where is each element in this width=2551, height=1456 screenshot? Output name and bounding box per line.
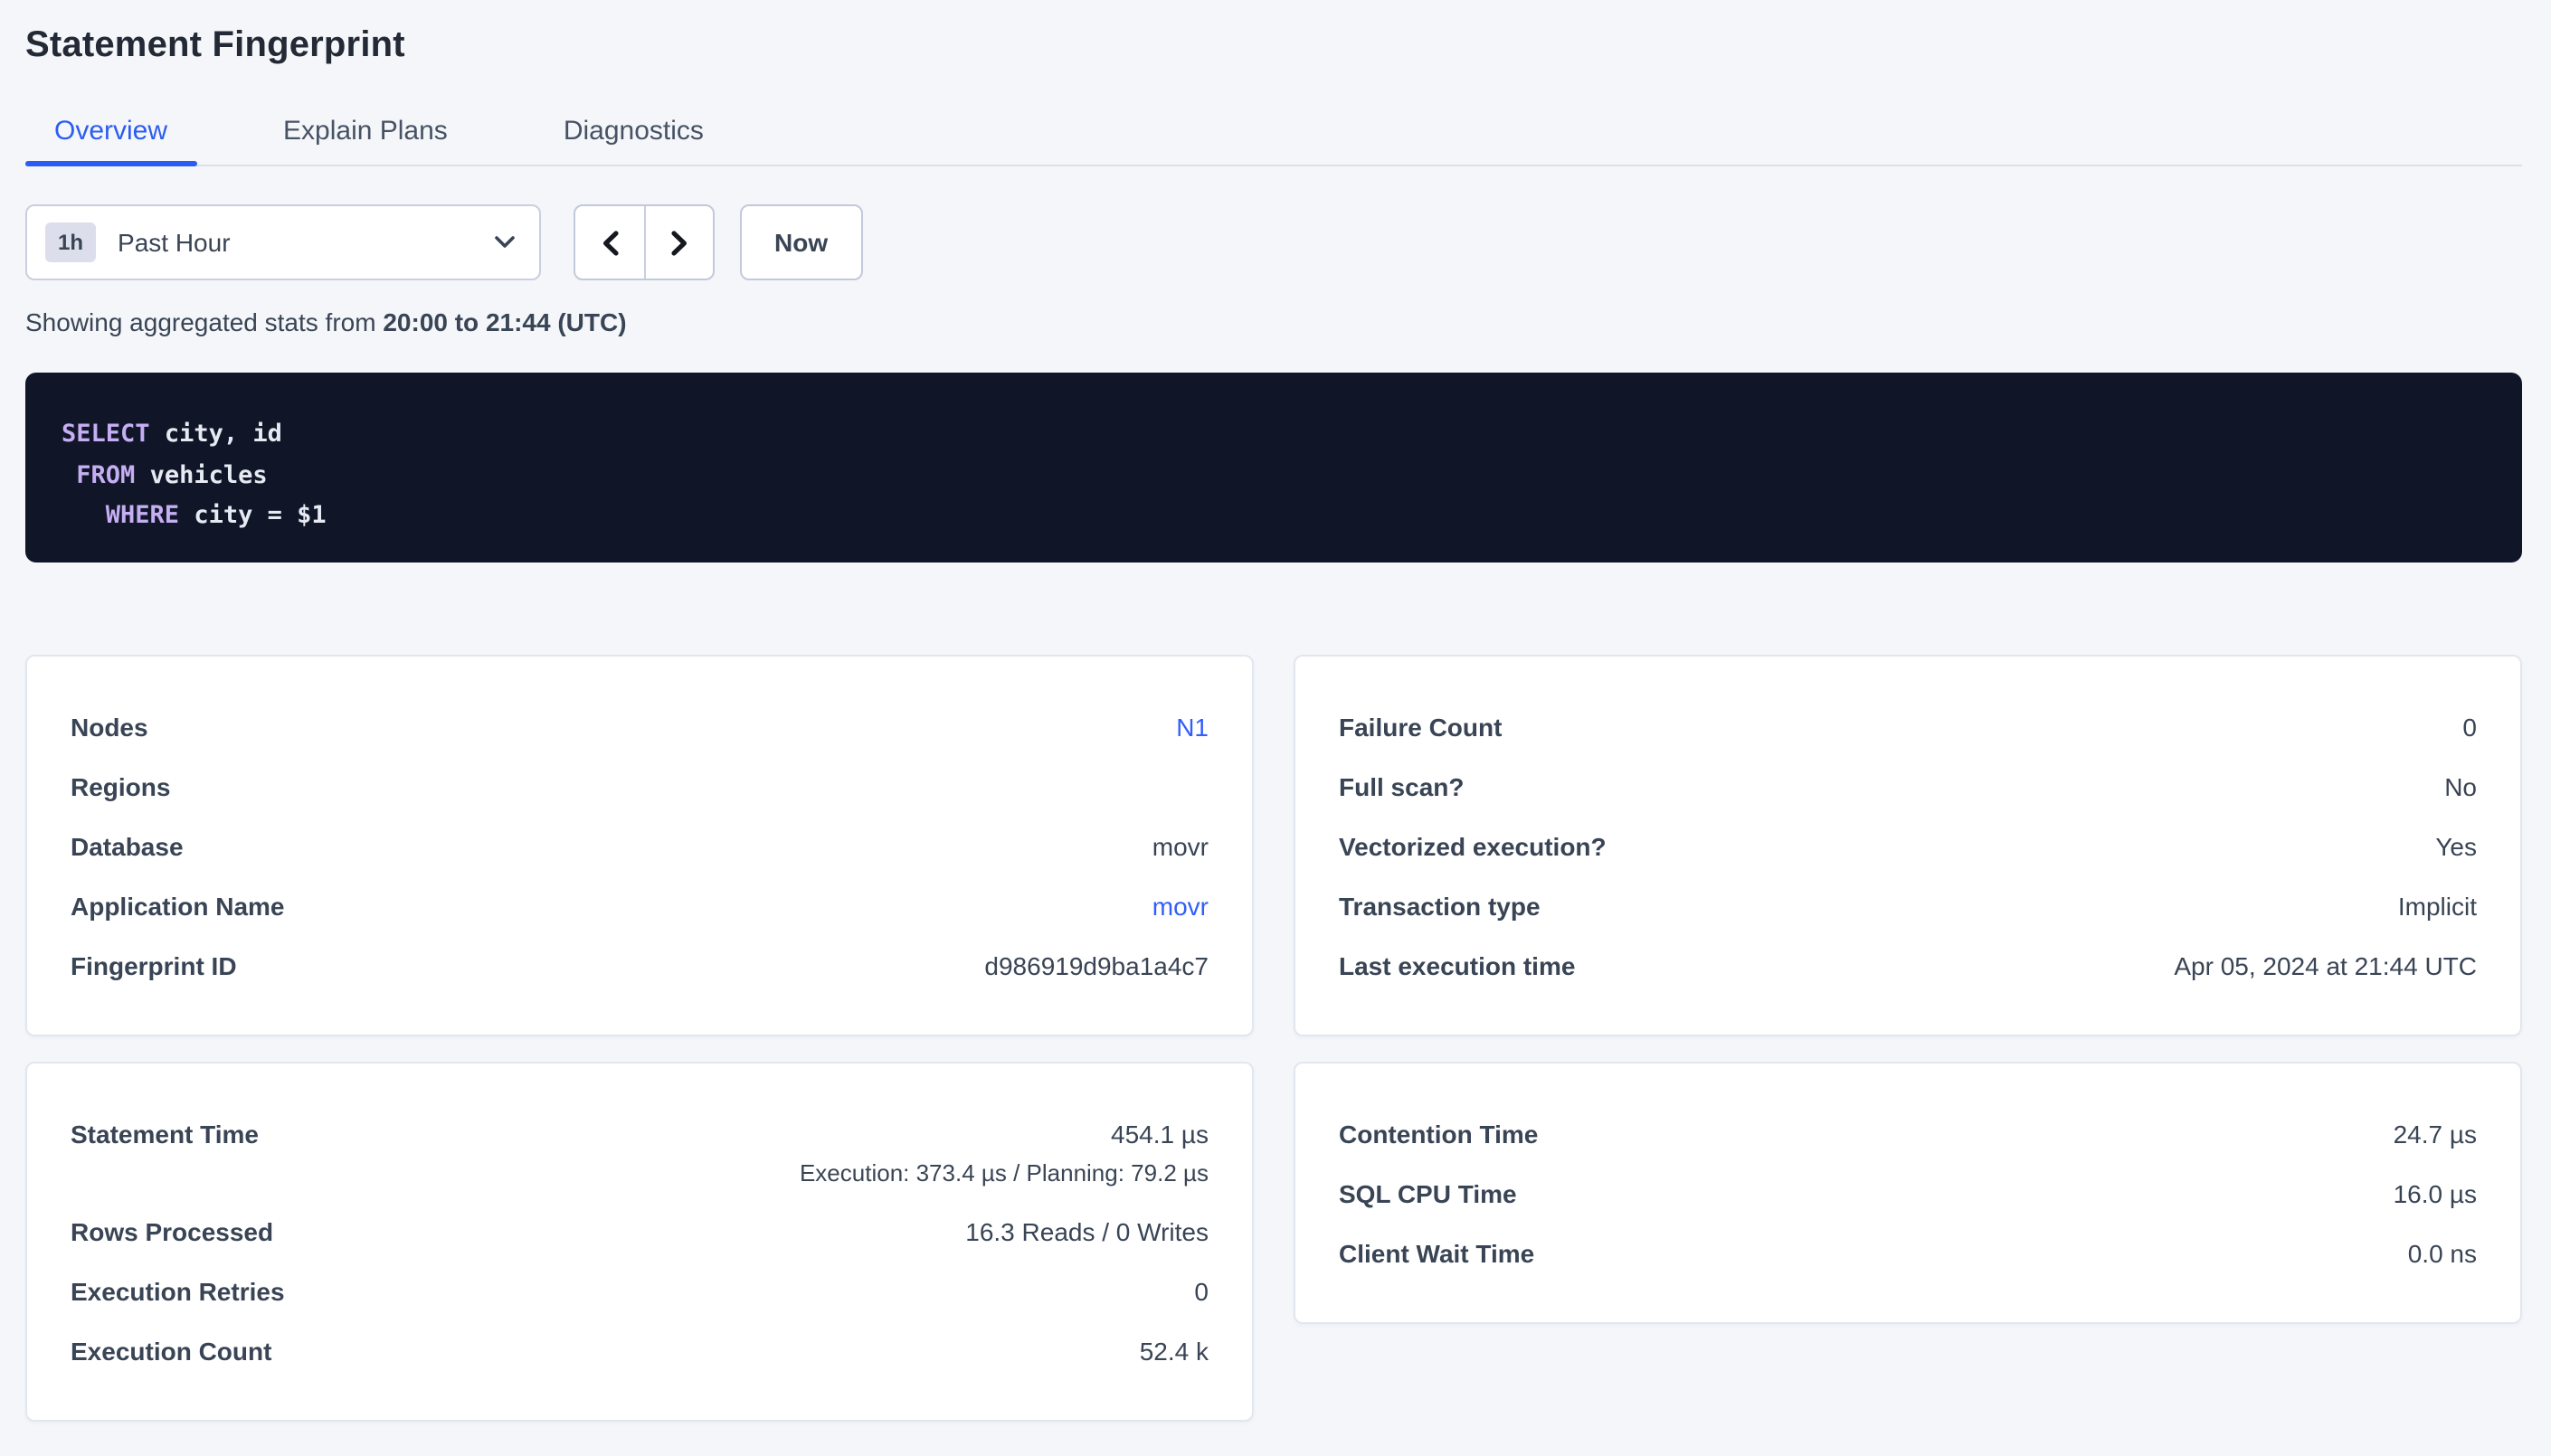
row-failure-count: Failure Count 0 [1339,696,2477,756]
row-value: No [2444,771,2477,800]
row-full-scan: Full scan? No [1339,756,2477,816]
sql-indent [62,501,106,530]
sql-keyword: WHERE [106,501,179,530]
sql-keyword: FROM [76,460,135,489]
row-label: Regions [71,771,170,800]
row-value: movr [1152,831,1209,860]
tab-overview-label: Overview [54,116,167,147]
chevron-down-icon [494,235,516,250]
tab-overview[interactable]: Overview [25,98,196,165]
summary-cards-grid: Nodes N1 Regions Database movr Applicati… [25,655,2522,1422]
row-label: Nodes [71,712,148,741]
row-application-name: Application Name movr [71,875,1209,935]
row-label: Application Name [71,891,285,920]
sql-text: city = $1 [179,501,327,530]
sql-text: vehicles [135,460,267,489]
tab-explain-plans-label: Explain Plans [283,116,448,147]
sql-line: FROM vehicles [62,455,2486,496]
sql-line: WHERE city = $1 [62,496,2486,536]
page-title: Statement Fingerprint [25,0,2522,67]
row-value: 16.0 µs [2394,1178,2477,1207]
time-window-pager [574,204,715,280]
row-label: Failure Count [1339,712,1502,741]
time-controls: 1h Past Hour Now [25,204,2522,280]
row-label: Client Wait Time [1339,1238,1534,1267]
aggregation-note: Showing aggregated stats from 20:00 to 2… [25,307,2522,336]
row-label: Database [71,831,184,860]
row-label: Vectorized execution? [1339,831,1607,860]
row-value: 0 [2462,712,2477,741]
row-value: d986919d9ba1a4c7 [984,950,1209,979]
sql-text: city, id [150,420,282,449]
row-value: 24.7 µs [2394,1119,2477,1148]
chevron-right-icon [669,229,689,256]
row-value: 0 [1194,1276,1209,1305]
interval-badge: 1h [45,222,96,262]
time-stats-card: Contention Time 24.7 µs SQL CPU Time 16.… [1294,1062,2522,1324]
row-value: 0.0 ns [2408,1238,2477,1267]
row-execution-retries: Execution Retries 0 [71,1261,1209,1320]
row-value: Yes [2435,831,2477,860]
row-database: Database movr [71,816,1209,875]
row-nodes: Nodes N1 [71,696,1209,756]
row-vectorized-execution: Vectorized execution? Yes [1339,816,2477,875]
row-label: Execution Count [71,1336,271,1365]
statement-details-card: Nodes N1 Regions Database movr Applicati… [25,655,1254,1036]
row-subvalue: Execution: 373.4 µs / Planning: 79.2 µs [800,1158,1209,1186]
row-rows-processed: Rows Processed 16.3 Reads / 0 Writes [71,1201,1209,1261]
row-label: Last execution time [1339,950,1575,979]
row-value: 454.1 µs [1111,1119,1209,1148]
row-label: SQL CPU Time [1339,1178,1517,1207]
next-time-window-button[interactable] [644,206,713,279]
aggregation-note-prefix: Showing aggregated stats from [25,307,376,336]
row-label: Fingerprint ID [71,950,237,979]
sql-line: SELECT city, id [62,414,2486,455]
row-value: 52.4 k [1140,1336,1209,1365]
tab-diagnostics-label: Diagnostics [564,116,704,147]
row-value: Apr 05, 2024 at 21:44 UTC [2174,950,2477,979]
row-label: Contention Time [1339,1119,1538,1148]
now-button[interactable]: Now [740,204,862,280]
row-execution-count: Execution Count 52.4 k [71,1320,1209,1380]
row-value: Implicit [2398,891,2477,920]
row-statement-time: Statement Time 454.1 µs Execution: 373.4… [71,1103,1209,1201]
tab-explain-plans[interactable]: Explain Plans [254,98,477,165]
chevron-left-icon [600,229,620,256]
application-name-link[interactable]: movr [1152,891,1209,920]
tab-bar: Overview Explain Plans Diagnostics [25,98,2522,166]
tab-diagnostics[interactable]: Diagnostics [535,98,733,165]
row-label: Transaction type [1339,891,1541,920]
row-value: 16.3 Reads / 0 Writes [965,1216,1209,1245]
row-transaction-type: Transaction type Implicit [1339,875,2477,935]
sql-keyword: SELECT [62,420,150,449]
row-regions: Regions [71,756,1209,816]
statement-stats-card: Statement Time 454.1 µs Execution: 373.4… [25,1062,1254,1422]
execution-attributes-card: Failure Count 0 Full scan? No Vectorized… [1294,655,2522,1036]
previous-time-window-button[interactable] [575,206,644,279]
row-fingerprint-id: Fingerprint ID d986919d9ba1a4c7 [71,935,1209,995]
row-contention-time: Contention Time 24.7 µs [1339,1103,2477,1163]
row-label: Statement Time [71,1119,259,1148]
row-client-wait-time: Client Wait Time 0.0 ns [1339,1223,2477,1282]
row-label: Full scan? [1339,771,1464,800]
time-range-label: Past Hour [118,228,494,257]
row-label: Execution Retries [71,1276,285,1305]
statement-fingerprint-page: Statement Fingerprint Overview Explain P… [0,0,2551,1456]
aggregation-note-range: 20:00 to 21:44 (UTC) [383,307,626,336]
time-range-dropdown[interactable]: 1h Past Hour [25,204,541,280]
sql-indent [62,460,76,489]
statement-time-values: 454.1 µs Execution: 373.4 µs / Planning:… [800,1119,1209,1186]
sql-statement-box: SELECT city, id FROM vehicles WHERE city… [25,373,2522,563]
row-label: Rows Processed [71,1216,273,1245]
row-sql-cpu-time: SQL CPU Time 16.0 µs [1339,1163,2477,1223]
row-last-execution-time: Last execution time Apr 05, 2024 at 21:4… [1339,935,2477,995]
nodes-link[interactable]: N1 [1176,712,1209,741]
